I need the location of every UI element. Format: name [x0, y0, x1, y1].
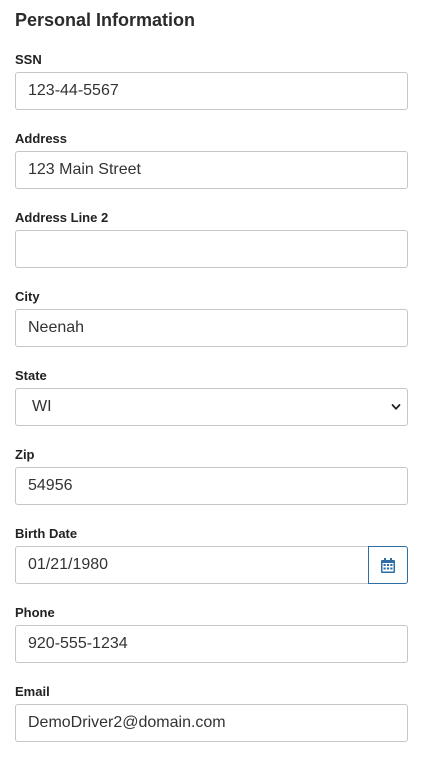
ssn-field-group: SSN — [15, 52, 408, 110]
address-field-group: Address — [15, 131, 408, 189]
phone-field-group: Phone — [15, 605, 408, 663]
address-line-2-label: Address Line 2 — [15, 210, 109, 225]
state-select[interactable]: WI — [15, 388, 408, 426]
email-label: Email — [15, 684, 50, 699]
state-label: State — [15, 368, 47, 383]
state-field-group: State WI — [15, 368, 408, 426]
zip-field-group: Zip — [15, 447, 408, 505]
calendar-icon — [381, 558, 395, 573]
address-line-2-input[interactable] — [15, 230, 408, 268]
address-input[interactable] — [15, 151, 408, 189]
zip-input[interactable] — [15, 467, 408, 505]
chevron-down-icon — [391, 404, 401, 410]
address-label: Address — [15, 131, 68, 146]
email-input[interactable] — [15, 704, 408, 742]
page-title: Personal Information — [15, 10, 196, 30]
email-field-group: Email — [15, 684, 408, 742]
phone-label: Phone — [15, 605, 55, 620]
ssn-input[interactable] — [15, 72, 408, 110]
phone-input[interactable] — [15, 625, 408, 663]
state-selected-value: WI — [32, 398, 52, 415]
birth-date-field-group: Birth Date — [15, 526, 408, 584]
birth-date-label: Birth Date — [15, 526, 78, 541]
birth-date-input[interactable] — [15, 546, 369, 584]
city-input[interactable] — [15, 309, 408, 347]
ssn-label: SSN — [15, 52, 42, 67]
city-label: City — [15, 289, 40, 304]
city-field-group: City — [15, 289, 408, 347]
calendar-button[interactable] — [368, 546, 408, 584]
address-line-2-field-group: Address Line 2 — [15, 210, 408, 268]
zip-label: Zip — [15, 447, 35, 462]
